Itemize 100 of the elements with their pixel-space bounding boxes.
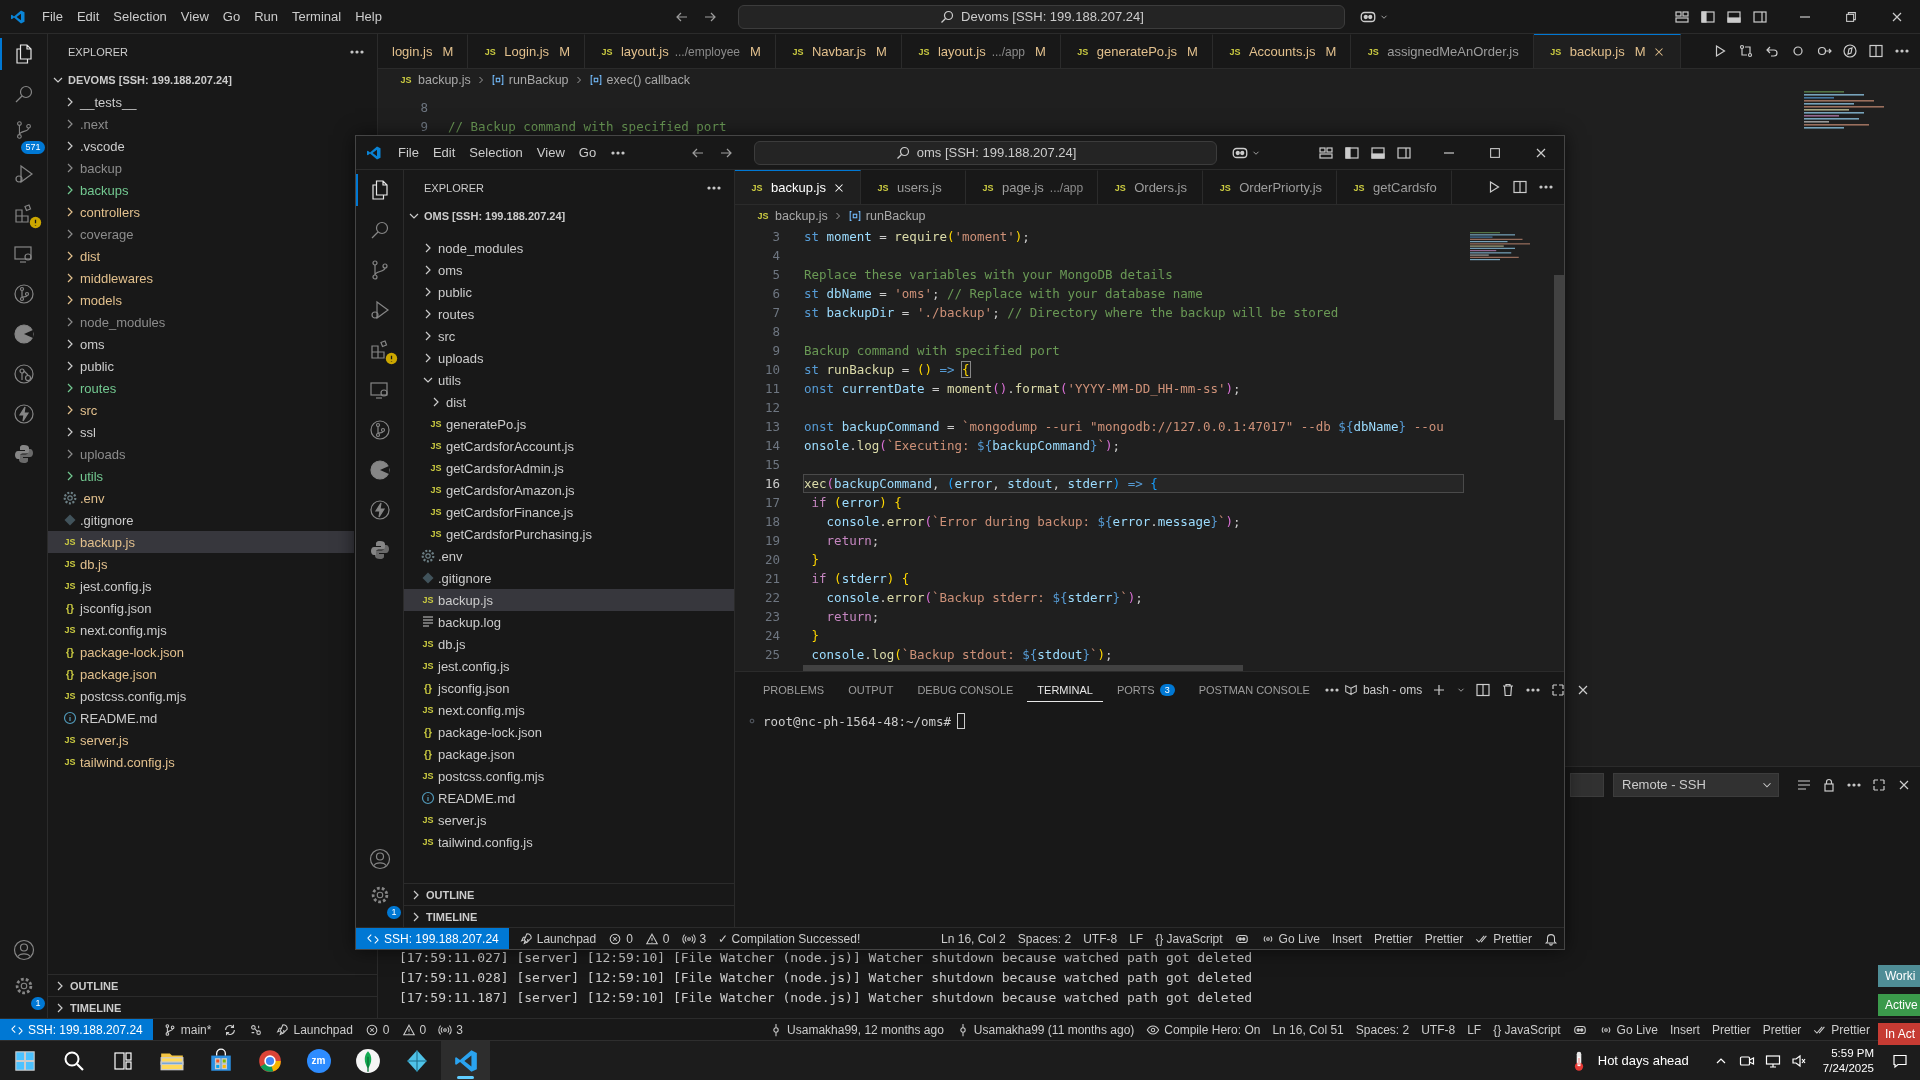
tree-item[interactable]: JS tailwind.config.js <box>404 831 734 853</box>
status-item[interactable]: UTF-8 <box>1415 1019 1462 1040</box>
menu-item[interactable]: Edit <box>69 6 107 27</box>
status-item[interactable]: Spaces: 2 <box>1011 928 1078 949</box>
lightning-icon[interactable] <box>367 498 392 522</box>
status-item[interactable]: LF <box>1461 1019 1488 1040</box>
maximize-panel-icon[interactable] <box>1550 681 1567 698</box>
tree-item[interactable]: JS generatePo.js <box>404 413 734 435</box>
status-item[interactable]: Insert <box>1663 1019 1706 1040</box>
editor-tab[interactable]: JS getCardsfo <box>1337 170 1452 204</box>
tree-item[interactable]: {} jsconfig.json <box>404 677 734 699</box>
panel-toggle-icon[interactable] <box>1726 8 1742 25</box>
status-button[interactable]: In Act <box>1878 1023 1920 1045</box>
status-item[interactable]: {} JavaScript <box>1487 1019 1567 1040</box>
breadcrumb-item[interactable]: runBackup <box>847 209 926 223</box>
tree-item[interactable]: .env <box>48 487 354 509</box>
editor-tab[interactable]: JS Orders.js <box>1098 170 1204 204</box>
tree-item[interactable]: node_modules <box>404 237 734 259</box>
tree-item[interactable]: JS getCardsforAccount.js <box>404 435 734 457</box>
status-item[interactable]: Compile Hero: On <box>1140 1019 1267 1040</box>
tree-item[interactable]: routes <box>48 377 354 399</box>
editor-tab[interactable]: JS backup.js <box>735 170 861 204</box>
folder-root[interactable]: DEVOMS [SSH: 199.188.207.24] <box>48 69 377 91</box>
editor-tab[interactable]: JS layout.js .../employee M <box>584 34 776 68</box>
tree-item[interactable]: JS backup.js <box>404 589 734 611</box>
tree-item[interactable]: utils <box>404 369 734 391</box>
tree-item[interactable]: {} package-lock.json <box>404 721 734 743</box>
scrollbar-thumb[interactable] <box>1554 275 1564 420</box>
tree-item[interactable]: README.md <box>48 707 354 729</box>
tree-item[interactable]: ssl <box>48 421 354 443</box>
status-button[interactable]: Active <box>1878 994 1920 1016</box>
status-button[interactable]: Worki <box>1878 965 1920 987</box>
compass-icon[interactable] <box>1842 43 1858 59</box>
notification-icon[interactable] <box>1892 1052 1908 1069</box>
breadcrumb-item[interactable]: exec() callback <box>588 73 690 87</box>
node-graph-icon[interactable] <box>11 362 36 386</box>
status-item[interactable]: Launchpad <box>269 1019 359 1040</box>
weather-widget[interactable]: Hot days ahead <box>1567 1049 1689 1072</box>
section-header[interactable]: OUTLINE <box>48 974 377 996</box>
clock[interactable]: 5:59 PM 7/24/2025 <box>1822 1045 1874 1076</box>
tree-item[interactable]: JS db.js <box>48 553 354 575</box>
remote-button[interactable]: SSH: 199.188.207.24 <box>356 928 509 949</box>
editor-tab[interactable]: JS Accounts.js M <box>1212 34 1352 68</box>
tree-item[interactable]: JS getCardsforPurchasing.js <box>404 523 734 545</box>
tree-item[interactable]: controllers <box>48 201 354 223</box>
account-icon[interactable] <box>367 847 392 871</box>
lightning-icon[interactable] <box>11 402 36 426</box>
tree-item[interactable]: {} jsconfig.json <box>48 597 354 619</box>
panel-tab[interactable]: POSTMAN CONSOLE <box>1188 677 1320 702</box>
tree-item[interactable]: .gitignore <box>404 567 734 589</box>
tree-item[interactable]: JS db.js <box>404 633 734 655</box>
tree-item[interactable]: .next <box>48 113 354 135</box>
editor-tab[interactable]: JS generatePo.js M <box>1060 34 1213 68</box>
status-item[interactable]: UTF-8 <box>1077 928 1124 949</box>
status-item[interactable]: Launchpad <box>512 928 603 949</box>
command-center[interactable]: oms [SSH: 199.188.207.24] <box>754 140 1218 165</box>
split-terminal-icon[interactable] <box>1475 681 1492 698</box>
tree-item[interactable]: backup <box>48 157 354 179</box>
layout-icon[interactable] <box>1674 8 1690 25</box>
status-item[interactable]: Ln 16, Col 2 <box>935 928 1012 949</box>
tree-item[interactable]: JS getCardsforAdmin.js <box>404 457 734 479</box>
editor-tab[interactable]: JS OrderPriorty.js <box>1203 170 1338 204</box>
tree-item[interactable]: dist <box>48 245 354 267</box>
tree-item[interactable]: oms <box>404 259 734 281</box>
panel-tab[interactable]: PORTS 3 <box>1106 677 1185 702</box>
tree-item[interactable]: JS tailwind.config.js <box>48 751 354 773</box>
tree-item[interactable]: JS backup.js <box>48 531 354 553</box>
status-item[interactable]: Go Live <box>1254 928 1326 949</box>
menu-item[interactable]: Run <box>247 6 285 27</box>
menu-item[interactable]: View <box>529 142 572 163</box>
tree-item[interactable]: dist <box>404 391 734 413</box>
maximize-icon[interactable] <box>1488 145 1502 160</box>
tree-item[interactable]: public <box>404 281 734 303</box>
panel-tab[interactable]: DEBUG CONSOLE <box>907 677 1024 702</box>
status-item[interactable]: Go Live <box>1592 1019 1664 1040</box>
menu-item[interactable]: Selection <box>106 6 174 27</box>
tree-item[interactable]: README.md <box>404 787 734 809</box>
panel-tab[interactable]: OUTPUT <box>838 677 904 702</box>
restore-icon[interactable] <box>1844 9 1858 24</box>
tree-item[interactable]: {} package-lock.json <box>48 641 354 663</box>
editor-tab[interactable]: JS assignedMeAnOrder.js <box>1351 34 1534 68</box>
round-logo-icon[interactable] <box>256 1047 283 1074</box>
breadcrumb-item[interactable]: runBackup <box>490 73 569 87</box>
disc-icon[interactable] <box>11 322 36 346</box>
tree-item[interactable]: public <box>48 355 354 377</box>
status-item[interactable]: {} JavaScript <box>1149 928 1229 949</box>
section-header[interactable]: OUTLINE <box>404 883 734 905</box>
maximize-panel-icon[interactable] <box>1871 776 1887 793</box>
editor-tab[interactable]: JS backup.js M <box>1533 34 1681 68</box>
scrollbar-thumb[interactable] <box>803 665 1243 671</box>
status-item[interactable]: Prettier <box>1756 1019 1808 1040</box>
status-item[interactable]: 0 <box>358 1019 396 1040</box>
speaker-icon[interactable] <box>1790 1052 1807 1069</box>
status-item[interactable]: Prettier <box>1469 928 1538 949</box>
status-item[interactable]: ✓ Compilation Successed! <box>712 928 867 949</box>
account-icon[interactable] <box>11 938 36 962</box>
lock-icon[interactable] <box>1821 776 1837 793</box>
editor-tab[interactable]: JS Login.js M <box>468 34 585 68</box>
terminal-selector[interactable]: bash - oms <box>1343 682 1423 697</box>
status-item[interactable]: 0 <box>638 928 676 949</box>
